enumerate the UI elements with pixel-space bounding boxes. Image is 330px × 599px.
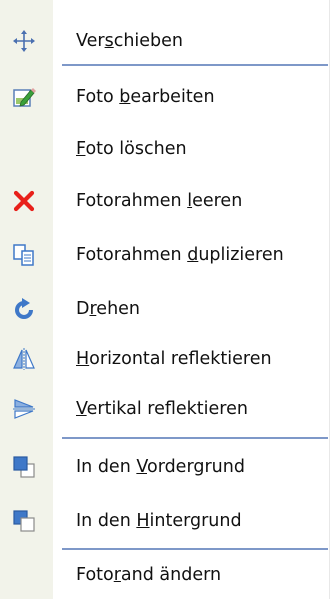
- delete-x-icon: [11, 188, 37, 214]
- menu-item-label: In den Vordergrund: [76, 457, 245, 477]
- flip-vertical-icon: [11, 396, 37, 422]
- rotate-icon: [11, 296, 37, 322]
- menu-item-fotorahmen-leeren[interactable]: Fotorahmen leeren: [0, 174, 330, 228]
- menu-item-foto-loeschen[interactable]: Foto löschen: [0, 122, 330, 176]
- menu-item-drehen[interactable]: Drehen: [0, 282, 330, 336]
- menu-item-in-den-vordergrund[interactable]: In den Vordergrund: [0, 440, 330, 494]
- menu-item-label: Horizontal reflektieren: [76, 349, 272, 369]
- menu-item-in-den-hintergrund[interactable]: In den Hintergrund: [0, 494, 330, 548]
- bring-to-front-icon: [11, 454, 37, 480]
- menu-separator: [62, 64, 328, 66]
- menu-item-horizontal-reflektieren[interactable]: Horizontal reflektieren: [0, 332, 330, 386]
- menu-item-label: In den Hintergrund: [76, 511, 242, 531]
- menu-item-vertikal-reflektieren[interactable]: Vertikal reflektieren: [0, 382, 330, 436]
- menu-item-label: Drehen: [76, 299, 141, 319]
- menu-item-fotorahmen-duplizieren[interactable]: Fotorahmen duplizieren: [0, 228, 330, 282]
- menu-item-label: Foto bearbeiten: [76, 87, 215, 107]
- menu-item-label: Foto löschen: [76, 139, 187, 159]
- send-to-back-icon: [11, 508, 37, 534]
- duplicate-icon: [11, 242, 37, 268]
- context-menu: Verschieben Foto bearbeiten Foto löschen…: [0, 0, 330, 599]
- menu-item-fotorand-aendern[interactable]: Fotorand ändern: [0, 548, 330, 599]
- menu-item-label: Vertikal reflektieren: [76, 399, 248, 419]
- menu-item-label: Fotorahmen leeren: [76, 191, 243, 211]
- menu-item-label: Fotorand ändern: [76, 565, 222, 585]
- edit-photo-icon: [11, 84, 37, 110]
- menu-item-verschieben[interactable]: Verschieben: [0, 14, 330, 68]
- move-icon: [11, 28, 37, 54]
- menu-item-label: Fotorahmen duplizieren: [76, 245, 284, 265]
- menu-separator: [62, 437, 328, 439]
- flip-horizontal-icon: [11, 346, 37, 372]
- menu-item-label: Verschieben: [76, 31, 184, 51]
- menu-item-foto-bearbeiten[interactable]: Foto bearbeiten: [0, 70, 330, 124]
